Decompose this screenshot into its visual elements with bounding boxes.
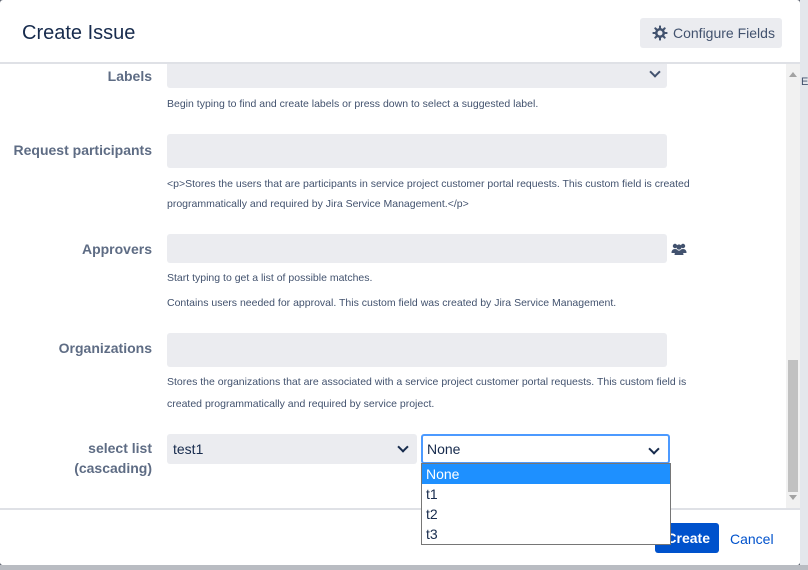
option-t1[interactable]: t1 xyxy=(422,484,670,504)
chevron-down-icon xyxy=(649,66,661,78)
approvers-label: Approvers xyxy=(81,241,152,257)
background-bottom-edge xyxy=(0,565,808,570)
organizations-hint-1: Stores the organizations that are associ… xyxy=(167,376,687,388)
option-none[interactable]: None xyxy=(422,464,670,484)
scroll-down-icon[interactable] xyxy=(789,495,797,500)
select-list-label-line2: (cascading) xyxy=(74,460,152,476)
dialog-title: Create Issue xyxy=(22,22,136,44)
chevron-down-icon xyxy=(648,443,660,455)
background-edge-text: E xyxy=(801,76,808,88)
labels-hint: Begin typing to find and create labels o… xyxy=(167,98,539,110)
request-participants-hint-1: <p>Stores the users that are participant… xyxy=(167,178,690,190)
dialog-header: Create Issue Configure Fields xyxy=(0,0,800,64)
cascade-parent-value: test1 xyxy=(173,441,204,457)
cascade-parent-select[interactable]: test1 xyxy=(167,434,417,464)
labels-label: Labels xyxy=(107,68,152,84)
cascade-child-select[interactable]: None xyxy=(421,434,670,464)
dialog-footer: Create Cancel xyxy=(0,508,800,565)
cancel-link[interactable]: Cancel xyxy=(730,531,774,547)
request-participants-input[interactable] xyxy=(167,134,667,168)
organizations-hint-2: created programmatically and required by… xyxy=(167,398,435,410)
users-icon[interactable] xyxy=(671,242,687,261)
scrollbar-thumb[interactable] xyxy=(788,360,798,492)
cascade-child-value: None xyxy=(427,441,461,457)
configure-fields-label: Configure Fields xyxy=(673,25,775,41)
request-participants-label: Request participants xyxy=(13,142,152,158)
option-t3[interactable]: t3 xyxy=(422,524,670,544)
organizations-input[interactable] xyxy=(167,333,667,367)
approvers-hint-1: Start typing to get a list of possible m… xyxy=(167,272,373,284)
configure-fields-button[interactable]: Configure Fields xyxy=(640,18,782,48)
approvers-hint-2: Contains users needed for approval. This… xyxy=(167,297,617,309)
request-participants-hint-2: programmatically and required by Jira Se… xyxy=(167,198,469,210)
scroll-up-icon[interactable] xyxy=(789,72,797,77)
approvers-input[interactable] xyxy=(167,234,667,263)
dialog-scrollbar[interactable] xyxy=(786,64,800,508)
background-page-edge: E xyxy=(800,0,808,570)
gear-icon xyxy=(652,25,668,41)
chevron-down-icon xyxy=(397,441,409,453)
select-list-label-line1: select list xyxy=(88,440,152,456)
select-list-label: select list (cascading) xyxy=(74,438,152,478)
labels-select[interactable] xyxy=(167,64,667,88)
dialog-body: Labels Begin typing to find and create l… xyxy=(0,64,800,508)
create-issue-dialog: Create Issue Configure Fields Labels Beg… xyxy=(0,0,800,565)
cascade-child-dropdown: None t1 t2 t3 xyxy=(421,463,671,545)
organizations-label: Organizations xyxy=(58,340,152,356)
option-t2[interactable]: t2 xyxy=(422,504,670,524)
